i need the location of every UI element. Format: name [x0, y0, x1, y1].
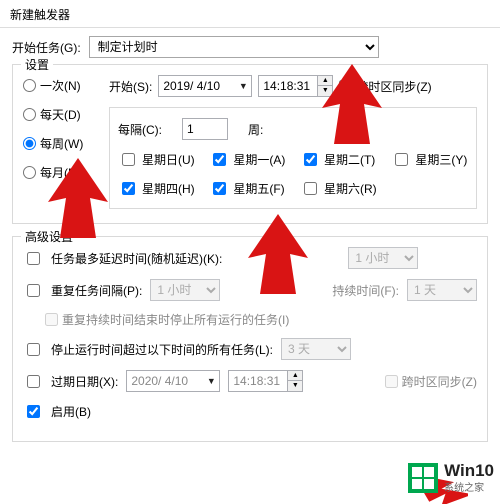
settings-group: 设置 一次(N) 每天(D) 每周(W) 每月(M) [12, 64, 488, 224]
recur-input[interactable] [182, 118, 228, 140]
start-time-picker[interactable]: ▲▼ [258, 75, 333, 97]
time-spinner[interactable]: ▲▼ [317, 76, 332, 96]
day-sat-input[interactable] [304, 182, 317, 195]
expire-synctz-label: 跨时区同步(Z) [402, 373, 477, 390]
day-tue-label: 星期二(T) [324, 151, 375, 168]
radio-daily[interactable]: 每天(D) [23, 106, 109, 123]
stopafter-check[interactable] [27, 343, 40, 356]
day-sun-label: 星期日(U) [142, 151, 195, 168]
expire-synctz: 跨时区同步(Z) [385, 373, 477, 390]
time-spinner[interactable]: ▲▼ [287, 371, 302, 391]
radio-daily-label: 每天(D) [40, 106, 81, 123]
enable-check[interactable] [27, 405, 40, 418]
window-title: 新建触发器 [0, 0, 500, 28]
weekly-box: 每隔(C): 周: 星期日(U) 星期一(A) 星期二(T) 星期三(Y) 星期… [109, 107, 477, 209]
radio-once[interactable]: 一次(N) [23, 77, 109, 94]
expire-time-picker[interactable]: ▲▼ [228, 370, 303, 392]
recur-label: 每隔(C): [118, 121, 162, 138]
day-fri[interactable]: 星期五(F) [209, 179, 286, 198]
day-tue-input[interactable] [304, 153, 317, 166]
windows-logo-icon [408, 463, 438, 493]
day-mon[interactable]: 星期一(A) [209, 150, 286, 169]
radio-monthly-label: 每月(M) [40, 164, 82, 181]
radio-once-label: 一次(N) [40, 77, 81, 94]
enable-label: 启用(B) [51, 403, 91, 420]
expire-label: 过期日期(X): [51, 373, 118, 390]
day-tue[interactable]: 星期二(T) [300, 150, 377, 169]
radio-weekly-label: 每周(W) [40, 135, 83, 152]
expire-synctz-input [385, 375, 398, 388]
expire-date-picker[interactable]: ▼ [126, 370, 220, 392]
start-time-input[interactable] [259, 76, 317, 96]
radio-monthly-input[interactable] [23, 166, 36, 179]
day-wed-label: 星期三(Y) [415, 151, 467, 168]
expire-date-input[interactable] [127, 371, 203, 391]
repeat-stop-check [45, 313, 58, 326]
delay-check[interactable] [27, 252, 40, 265]
radio-daily-input[interactable] [23, 108, 36, 121]
day-wed-input[interactable] [395, 153, 408, 166]
expire-check[interactable] [27, 375, 40, 388]
day-thu[interactable]: 星期四(H) [118, 179, 195, 198]
duration-label: 持续时间(F): [332, 282, 399, 299]
settings-legend: 设置 [21, 56, 53, 73]
dropdown-icon[interactable]: ▼ [203, 376, 219, 386]
day-sun-input[interactable] [122, 153, 135, 166]
radio-weekly-input[interactable] [23, 137, 36, 150]
stopafter-select[interactable]: 3 天 [281, 338, 351, 360]
day-sat-label: 星期六(R) [324, 180, 377, 197]
radio-once-input[interactable] [23, 79, 36, 92]
day-mon-input[interactable] [213, 153, 226, 166]
day-thu-label: 星期四(H) [142, 180, 195, 197]
repeat-label: 重复任务间隔(P): [51, 282, 142, 299]
radio-weekly[interactable]: 每周(W) [23, 135, 109, 152]
day-fri-label: 星期五(F) [233, 180, 284, 197]
delay-label: 任务最多延迟时间(随机延迟)(K): [51, 250, 222, 267]
watermark-line1: Win10 [444, 461, 494, 481]
day-sat[interactable]: 星期六(R) [300, 179, 377, 198]
advanced-group: 高级设置 任务最多延迟时间(随机延迟)(K): 1 小时 重复任务间隔(P): … [12, 236, 488, 442]
sync-tz-label: 跨时区同步(Z) [356, 78, 431, 95]
watermark-line2: 系统之家 [444, 479, 494, 494]
advanced-legend: 高级设置 [21, 228, 77, 245]
sync-tz-check[interactable]: 跨时区同步(Z) [339, 78, 431, 95]
dropdown-icon[interactable]: ▼ [235, 81, 251, 91]
week-label: 周: [248, 121, 263, 138]
repeat-check[interactable] [27, 284, 40, 297]
start-task-select[interactable]: 制定计划时 [89, 36, 379, 58]
day-thu-input[interactable] [122, 182, 135, 195]
start-label: 开始(S): [109, 78, 152, 95]
repeat-stop-label: 重复持续时间结束时停止所有运行的任务(I) [62, 311, 289, 328]
sync-tz-input[interactable] [339, 80, 352, 93]
start-date-picker[interactable]: ▼ [158, 75, 252, 97]
delay-select[interactable]: 1 小时 [348, 247, 418, 269]
stopafter-label: 停止运行时间超过以下时间的所有任务(L): [51, 341, 273, 358]
expire-time-input[interactable] [229, 371, 287, 391]
watermark: Win10 系统之家 [408, 461, 494, 494]
day-fri-input[interactable] [213, 182, 226, 195]
start-task-label: 开始任务(G): [12, 39, 81, 56]
start-date-input[interactable] [159, 76, 235, 96]
day-sun[interactable]: 星期日(U) [118, 150, 195, 169]
day-mon-label: 星期一(A) [233, 151, 285, 168]
day-wed[interactable]: 星期三(Y) [391, 150, 468, 169]
duration-select[interactable]: 1 天 [407, 279, 477, 301]
radio-monthly[interactable]: 每月(M) [23, 164, 109, 181]
repeat-select[interactable]: 1 小时 [150, 279, 220, 301]
